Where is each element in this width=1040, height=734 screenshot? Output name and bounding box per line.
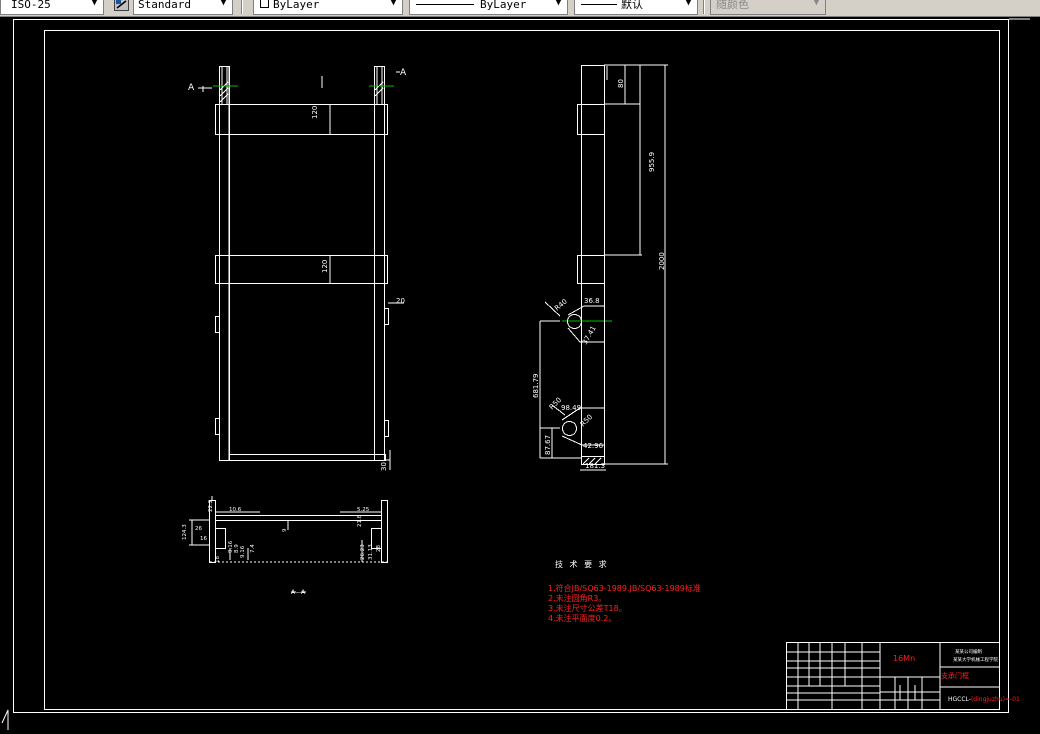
dim-label: 31.13: [368, 544, 374, 560]
lineweight-select[interactable]: 默认 ▼: [574, 0, 698, 15]
toolbar-separator: [241, 0, 243, 14]
dim-label: 26: [195, 526, 202, 532]
layer-color-select[interactable]: ByLayer ▼: [253, 0, 403, 15]
dim-label: 42.96: [583, 442, 604, 450]
dim-label: 10.6: [229, 507, 242, 513]
dim-label: 22.2: [208, 500, 214, 512]
dim-label: 28: [376, 545, 382, 552]
layer-color-value: ByLayer: [273, 0, 320, 11]
dim-label: 181.3: [585, 462, 605, 470]
dim-label: 120: [321, 260, 329, 273]
dim-label: 124.3: [182, 524, 188, 540]
dim-label: 21.8: [357, 514, 363, 527]
company-line: 某某大学机械工程学院: [953, 656, 998, 663]
drawing-canvas[interactable]: A A A—A 120 120 20 30 80 955.9 2000 36.8…: [0, 17, 1040, 734]
material-label: 16Mn: [893, 654, 915, 663]
chevron-down-icon: ▼: [220, 0, 227, 8]
chevron-down-icon: ▼: [685, 0, 692, 8]
textstyle-value: Standard: [138, 0, 191, 11]
lineweight-sample: [581, 4, 617, 5]
dim-label: 9: [282, 528, 288, 532]
dim-label: 80: [617, 79, 625, 88]
properties-toolbar: ISO-25 ▼ Standard ▼ ByLayer ▼ ByLayer ▼ …: [0, 0, 1040, 17]
tech-note: 3.未注尺寸公差T18。: [548, 603, 627, 613]
toolbar-separator: [703, 0, 705, 14]
dim-label: R40: [553, 298, 569, 313]
chevron-down-icon: ▼: [555, 0, 562, 8]
textstyle-select[interactable]: Standard ▼: [133, 0, 233, 15]
dimstyle-select[interactable]: ISO-25 ▼: [0, 0, 104, 15]
dim-label: 681.79: [532, 374, 540, 399]
chevron-down-icon: ▼: [813, 0, 820, 8]
color-swatch-icon: [260, 0, 269, 8]
ucs-icon: [1, 709, 9, 730]
tech-note: 1.符合JB/SQ63-1989.JB/SQ63-1989标准: [548, 583, 701, 593]
plotstyle-value: 随颜色: [716, 0, 749, 11]
front-view: [198, 66, 404, 470]
tech-requirements-title: 技 术 要 求: [555, 559, 609, 569]
company-line: 某某公司编制: [955, 648, 982, 655]
dim-label: 37.41: [581, 325, 598, 346]
dim-label: 8.9: [234, 544, 240, 553]
section-mark-right: A: [400, 68, 407, 78]
dim-label: 120: [311, 106, 319, 119]
dim-label: 87.67: [544, 435, 552, 455]
tech-note: 4.未注平面度0.2。: [548, 613, 616, 623]
linetype-value: ByLayer: [480, 0, 527, 11]
chevron-down-icon: ▼: [390, 0, 397, 8]
dim-label: 2000: [658, 252, 666, 270]
part-name: 支承门框: [941, 671, 969, 680]
dim-label: 20: [396, 297, 405, 305]
dim-label: 16: [200, 536, 207, 542]
dim-label: 7.4: [250, 544, 256, 553]
dim-label: 98.49: [561, 404, 581, 412]
linetype-select[interactable]: ByLayer ▼: [409, 0, 568, 15]
side-view: [539, 64, 668, 471]
section-mark-left: A: [188, 83, 195, 93]
dim-label: 30: [380, 462, 388, 471]
dim-label: 955.9: [648, 152, 656, 172]
drawing-code: HGCCL-(dingjuzhu)=-01: [948, 696, 1020, 703]
sheet-border: [13, 19, 1009, 713]
chevron-down-icon: ▼: [91, 0, 98, 8]
tech-note: 2.未注圆角R3。: [548, 593, 606, 603]
vertical-scrollbar[interactable]: [1030, 17, 1040, 734]
linetype-sample: [416, 4, 474, 5]
drawing-frame: [44, 30, 1000, 710]
dim-label: 18: [215, 556, 221, 563]
section-label: A—A: [291, 589, 306, 596]
dim-label: 5.25: [357, 507, 370, 513]
dimstyle-value: ISO-25: [11, 0, 51, 11]
dim-label: 9.16: [240, 545, 246, 558]
plotstyle-select: 随颜色 ▼: [710, 0, 826, 15]
lineweight-value: 默认: [621, 0, 643, 11]
dim-label: 36.8: [584, 297, 600, 305]
dim-label: 26.23: [360, 544, 366, 560]
text-style-icon: [114, 0, 129, 11]
